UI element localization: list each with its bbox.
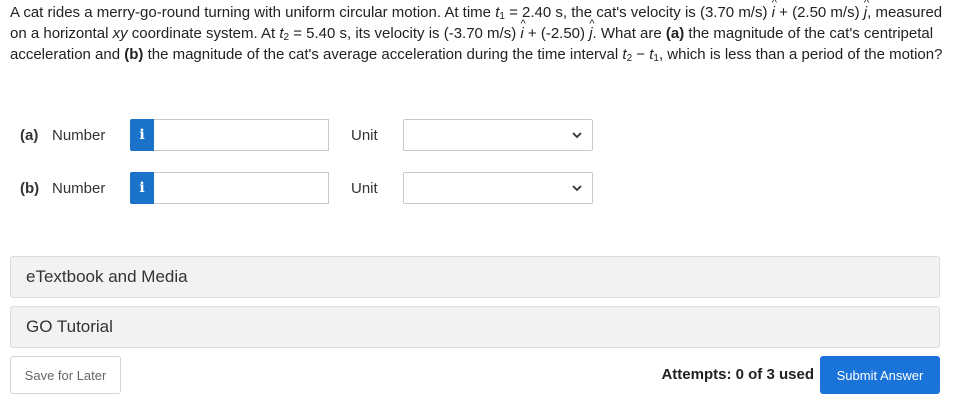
part-b-tag: (b) (124, 46, 144, 63)
question-part: the magnitude of the cat's average accel… (143, 46, 623, 63)
row-kind-label: Number (52, 179, 106, 197)
answer-row-b: (b) Number i Unit (20, 172, 593, 204)
row-kind-label: Number (52, 126, 106, 144)
info-icon[interactable]: i (130, 172, 154, 204)
unit-vector-i: i (520, 14, 524, 44)
chevron-down-icon (572, 132, 582, 139)
question-part: + (2.50 m/s) (774, 4, 864, 21)
number-input-a[interactable] (154, 119, 329, 151)
var-xy: xy (112, 25, 128, 42)
unit-vector-j: j (589, 14, 593, 44)
question-part: = 2.40 s, the cat's velocity is (3.70 m/… (504, 4, 772, 21)
part-a-tag: (a) (665, 25, 685, 42)
number-input-b[interactable] (154, 172, 329, 204)
save-for-later-button[interactable]: Save for Later (10, 356, 121, 394)
info-icon[interactable]: i (130, 119, 154, 151)
unit-select-b[interactable] (403, 172, 593, 204)
question-part: − (632, 46, 650, 63)
question-text: A cat rides a merry-go-round turning wit… (10, 0, 946, 65)
unit-label: Unit (351, 179, 378, 197)
question-part: A cat rides a merry-go-round turning wit… (10, 4, 496, 21)
submit-answer-button[interactable]: Submit Answer (820, 356, 940, 394)
etextbook-media-panel[interactable]: eTextbook and Media (10, 256, 940, 298)
attempts-counter: Attempts: 0 of 3 used (661, 366, 814, 383)
unit-select-a[interactable] (403, 119, 593, 151)
unit-label: Unit (351, 126, 378, 144)
row-label: (b) (20, 179, 40, 197)
question-part: , which is less than a period of the mot… (658, 46, 943, 63)
answer-row-a: (a) Number i Unit (20, 119, 593, 151)
unit-vector-j: j (864, 0, 868, 23)
question-part: coordinate system. At (127, 25, 280, 42)
question-part: = 5.40 s, its velocity is (-3.70 m/s) (289, 25, 521, 42)
go-tutorial-panel[interactable]: GO Tutorial (10, 306, 940, 348)
question-part: . What are (592, 25, 666, 42)
row-label: (a) (20, 126, 39, 144)
chevron-down-icon (572, 185, 582, 192)
unit-vector-i: i (772, 0, 776, 23)
question-part: + (-2.50) (523, 25, 590, 42)
